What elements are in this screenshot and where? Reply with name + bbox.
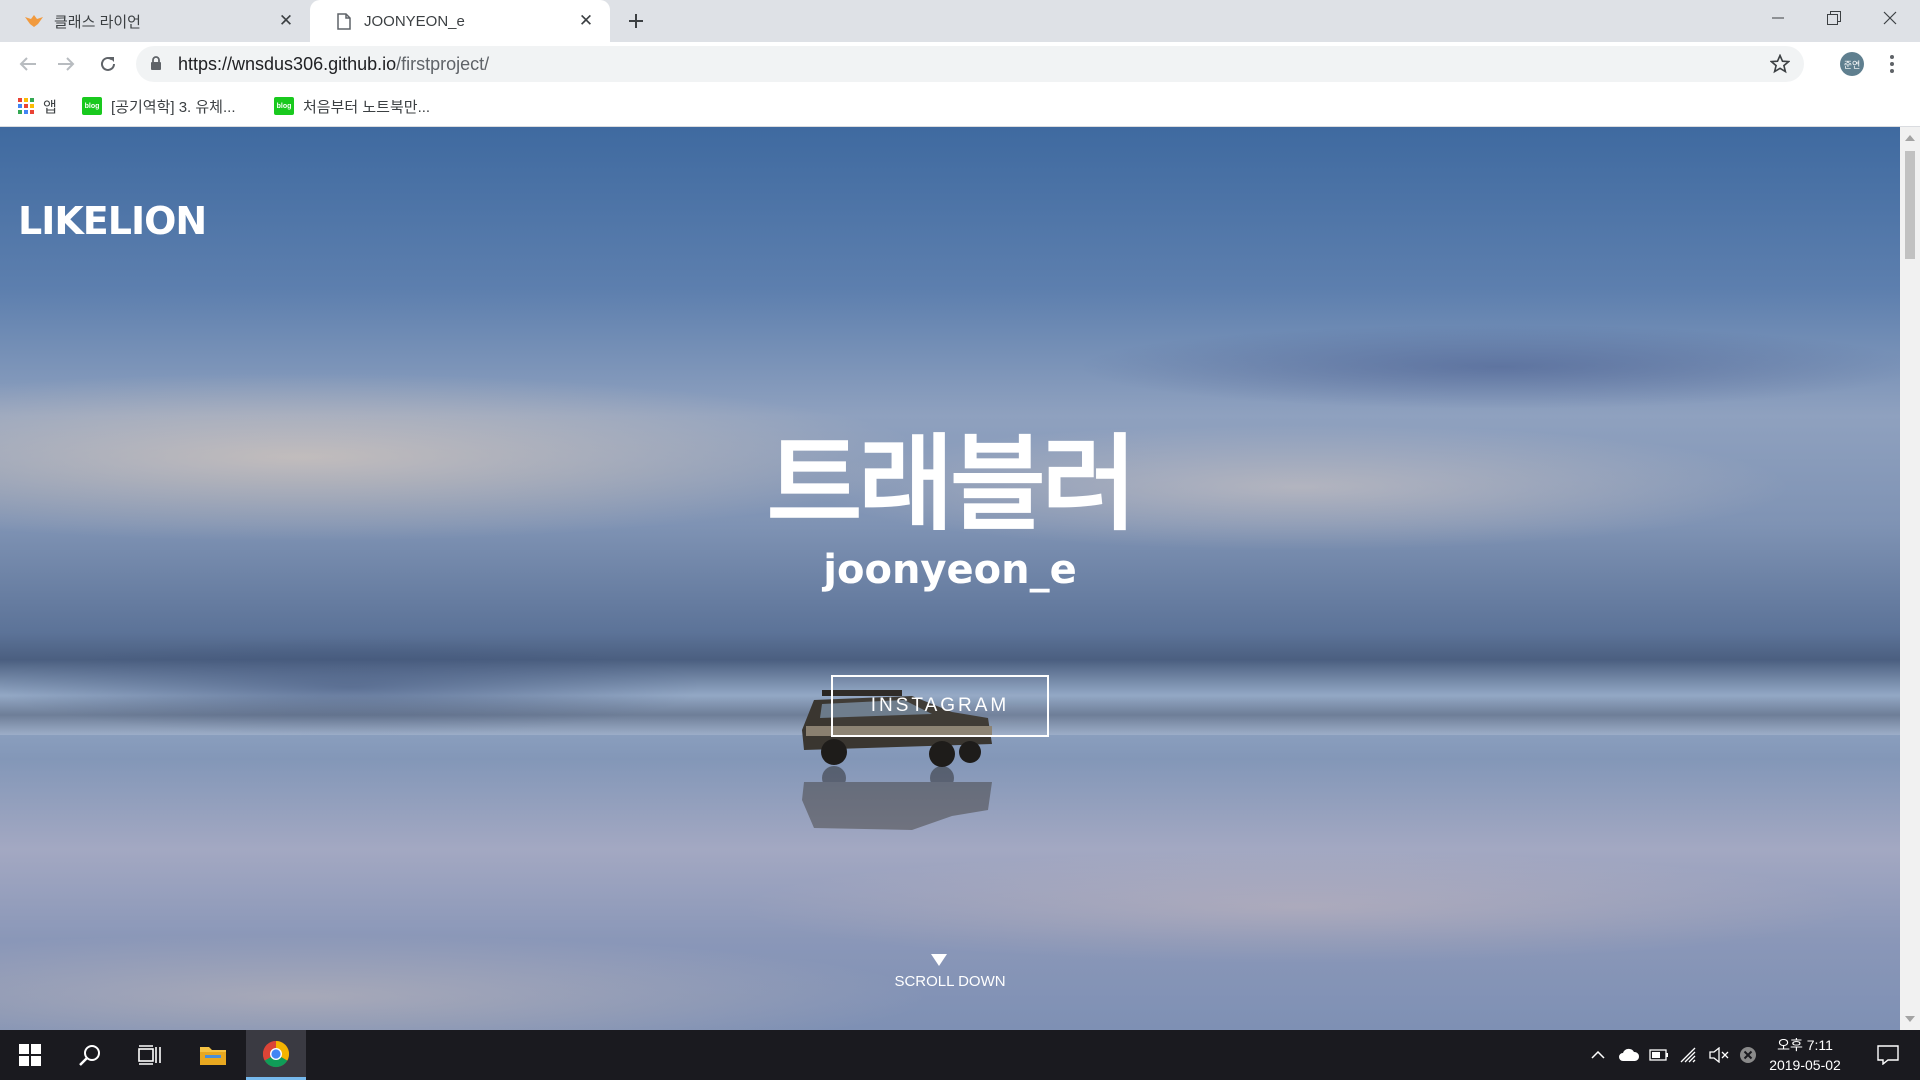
onedrive-cloud-icon[interactable] — [1616, 1030, 1642, 1080]
back-arrow-icon — [19, 57, 36, 71]
clock-time: 오후 7:11 — [1777, 1037, 1833, 1053]
bookmark-label: [공기역학] 3. 유체... — [111, 98, 236, 116]
close-window-button[interactable] — [1862, 0, 1918, 36]
chrome-icon — [262, 1040, 290, 1067]
restore-button[interactable] — [1806, 0, 1862, 36]
bookmark-star-icon[interactable] — [1769, 53, 1791, 79]
clock-date: 2019-05-02 — [1769, 1057, 1841, 1073]
taskbar-clock[interactable]: 오후 7:11 2019-05-02 — [1760, 1035, 1850, 1075]
site-logo[interactable]: LIKELION — [18, 199, 207, 243]
apps-grid-icon — [18, 98, 34, 114]
lock-icon — [150, 56, 162, 76]
browser-toolbar: https://wnsdus306.github.io/firstproject… — [0, 42, 1920, 86]
search-icon — [79, 1045, 100, 1066]
tab-title: JOONYEON_e — [364, 12, 465, 30]
profile-avatar[interactable]: 준연 — [1840, 52, 1864, 76]
bookmark-label: 앱 — [43, 98, 57, 116]
bookmark-apps[interactable]: 앱 — [18, 94, 57, 118]
search-button[interactable] — [60, 1030, 120, 1080]
action-center-button[interactable] — [1866, 1030, 1910, 1080]
instagram-button[interactable]: INSTAGRAM — [831, 675, 1049, 737]
tab-class-lion[interactable]: 클래스 라이언 ✕ — [0, 0, 310, 42]
scroll-down-label[interactable]: SCROLL DOWN — [0, 973, 1900, 990]
menu-icon[interactable] — [1880, 50, 1904, 78]
taskbar: 오후 7:11 2019-05-02 — [0, 1030, 1920, 1080]
hero-subtitle: joonyeon_e — [823, 547, 1077, 593]
url-host: https://wnsdus306.github.io — [178, 54, 397, 74]
scroll-down-arrow-icon[interactable] — [931, 954, 947, 966]
chrome-taskbar-button[interactable] — [246, 1030, 306, 1080]
scroll-down-button-icon[interactable] — [1905, 1016, 1915, 1022]
task-view-icon — [138, 1045, 161, 1065]
reload-icon — [101, 56, 115, 71]
notification-icon — [1877, 1045, 1899, 1065]
url-path: /firstproject/ — [396, 54, 490, 74]
bookmarks-bar: 앱 blog [공기역학] 3. 유체... blog 처음부터 노트북만... — [0, 86, 1920, 127]
forward-arrow-icon — [58, 57, 75, 71]
bookmark-label: 처음부터 노트북만... — [303, 98, 431, 116]
blog-icon: blog — [274, 97, 294, 115]
blog-icon: blog — [82, 97, 102, 115]
battery-icon[interactable] — [1646, 1030, 1672, 1080]
show-hidden-icons-chevron-icon[interactable] — [1586, 1030, 1610, 1080]
network-error-icon[interactable] — [1736, 1030, 1760, 1080]
windows-logo-icon — [19, 1044, 41, 1066]
tab-close-icon[interactable]: ✕ — [574, 9, 598, 33]
new-tab-button[interactable] — [620, 7, 652, 35]
scrollbar-thumb[interactable] — [1905, 151, 1915, 259]
tab-title: 클래스 라이언 — [54, 13, 141, 31]
url-text: https://wnsdus306.github.io/firstproject… — [178, 46, 489, 82]
task-view-button[interactable] — [120, 1030, 180, 1080]
start-button[interactable] — [0, 1030, 60, 1080]
page-favicon-icon — [334, 11, 354, 31]
minimize-button[interactable] — [1750, 0, 1806, 36]
forward-button[interactable] — [50, 48, 82, 80]
wifi-icon[interactable] — [1676, 1030, 1702, 1080]
hero-title: 트래블러 — [766, 423, 1138, 545]
file-explorer-button[interactable] — [183, 1030, 243, 1080]
page-viewport: LIKELION 트래블러 joonyeon_e INSTAGRAM SCROL… — [0, 127, 1900, 1030]
tab-strip: 클래스 라이언 ✕ JOONYEON_e ✕ — [0, 0, 1920, 42]
bookmark-aerodynamics[interactable]: blog [공기역학] 3. 유체... — [82, 94, 235, 118]
tab-joonyeon[interactable]: JOONYEON_e ✕ — [310, 0, 610, 42]
reload-button[interactable] — [92, 48, 124, 80]
scroll-up-arrow-icon[interactable] — [1905, 135, 1915, 141]
volume-muted-icon[interactable] — [1706, 1030, 1732, 1080]
back-button[interactable] — [12, 48, 44, 80]
bookmark-notebook[interactable]: blog 처음부터 노트북만... — [274, 94, 430, 118]
lion-favicon-icon — [24, 11, 44, 31]
folder-icon — [200, 1047, 226, 1065]
page-scrollbar[interactable] — [1900, 127, 1920, 1030]
address-bar[interactable]: https://wnsdus306.github.io/firstproject… — [136, 46, 1804, 82]
tab-close-icon[interactable]: ✕ — [274, 9, 298, 33]
